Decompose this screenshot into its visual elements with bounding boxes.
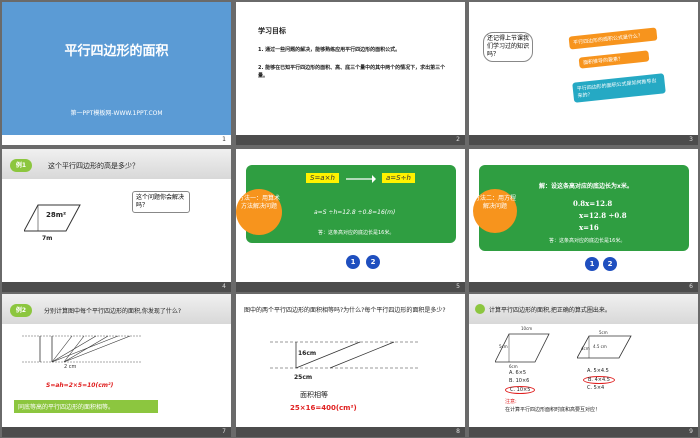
area-result: 25×16=400(cm²) — [290, 404, 357, 412]
goals-heading: 学习目标 — [258, 27, 286, 35]
slide-4[interactable]: 例1 这个平行四边形的高是多少？ 28m² 7m 这个问题你会解决吗？ 4 — [2, 149, 231, 292]
answer-text: 答：这条高对应的底边长是16米。 — [318, 230, 395, 236]
arrow-icon — [346, 175, 376, 183]
option-c1[interactable]: C. 10×5 — [505, 386, 536, 394]
parallelograms-figure — [22, 335, 142, 363]
formula-1: S=a×h — [306, 173, 339, 183]
goal-2: 2. 能够在已知平行四边形的面积、高、底三个量中的其中两个的情况下，求出第三个量… — [258, 65, 446, 79]
option-c2[interactable]: C. 5×4 — [587, 385, 604, 391]
slide-footer: 7 — [2, 427, 231, 437]
slide-footer: 1 — [2, 135, 231, 145]
number-dot — [475, 304, 485, 314]
area-label: 28m² — [46, 211, 67, 219]
base-label: 25cm — [294, 374, 313, 381]
note-label: 注意: — [505, 399, 517, 405]
slide-3[interactable]: 还记得上节课我们学习过的知识吗？ 平行四边形的面积公式是什么？ 面积推导的要素？… — [469, 2, 698, 145]
question-text: 图中的两个平行四边形的面积相等吗?为什么?每个平行四边形的面积是多少? — [244, 307, 446, 314]
slide-footer: 9 — [469, 427, 698, 437]
equation-1: 0.8x=12.8 — [573, 199, 613, 208]
slide-6[interactable]: 方法二：用方程解决问题 解：设这条高对应的底边长为x米。 0.8x=12.8 x… — [469, 149, 698, 292]
nav-button-2[interactable]: 2 — [603, 257, 617, 271]
equal-text: 面积相等 — [300, 391, 328, 399]
slide-1[interactable]: 平行四边形的面积 第一PPT模板网-WWW.1PPT.COM 1 — [2, 2, 231, 145]
nav-button-1[interactable]: 1 — [585, 257, 599, 271]
slide-9[interactable]: 计算平行四边形的面积,把正确的算式圈出来。 10cm 5cm 6cm 4.5 c… — [469, 294, 698, 437]
slide-number: 9 — [689, 428, 693, 435]
example-badge: 例2 — [10, 304, 32, 317]
example-badge: 例1 — [10, 159, 32, 172]
parallelogram-figure-1 — [495, 333, 550, 363]
slide-2[interactable]: 学习目标 1. 通过一些问题的解决，能够熟练应用平行四边形的面积公式。 2. 能… — [236, 2, 465, 145]
tip-text: 在计算平行四边形面积时底和高要互对应！ — [505, 407, 601, 413]
slide-8[interactable]: 图中的两个平行四边形的面积相等吗?为什么?每个平行四边形的面积是多少? 16cm… — [236, 294, 465, 437]
slide-footer: 5 — [236, 282, 465, 292]
dim-label-5: 4cm — [581, 346, 590, 351]
height-label: 16cm — [298, 350, 317, 357]
base-label: 7m — [42, 235, 53, 242]
dim-label-2: 5cm — [499, 344, 508, 349]
solve-text: 解：设这条高对应的底边长为x米。 — [539, 183, 633, 190]
slide-footer: 6 — [469, 282, 698, 292]
slide-number: 5 — [456, 283, 460, 290]
goal-1: 1. 通过一些问题的解决，能够熟练应用平行四边形的面积公式。 — [258, 47, 401, 53]
option-a2[interactable]: A. 5×4.5 — [587, 368, 609, 374]
brand-text: 第一PPT模板网-WWW.1PPT.COM — [70, 110, 163, 117]
nav-button-2[interactable]: 2 — [366, 255, 380, 269]
area-result: S=ah=2×5=10(cm²) — [46, 382, 114, 389]
slide-number: 1 — [222, 136, 226, 143]
dim-label-6: 5cm — [599, 330, 608, 335]
question-1-box: 平行四边形的面积公式是什么？ — [568, 27, 658, 50]
slide-7[interactable]: 例2 分别计算图中每个平行四边形的面积,你发现了什么? 2 cm S=ah=2×… — [2, 294, 231, 437]
option-b2[interactable]: B. 4×4.5 — [583, 376, 615, 384]
method-bubble: 方法二：用方程解决问题 — [473, 189, 517, 233]
conclusion-bar: 同底等高的平行四边形的面积相等。 — [14, 400, 158, 413]
formula-2: a=S÷h — [382, 173, 415, 183]
slide-5[interactable]: 方法一：用算术方法解决问题 S=a×h a=S÷h a=S ÷h=12.8 ÷0… — [236, 149, 465, 292]
slide-number: 6 — [689, 283, 693, 290]
question-2-box: 面积推导的要素？ — [578, 50, 650, 69]
calculation: a=S ÷h=12.8 ÷0.8=16(m) — [314, 209, 396, 216]
option-a1[interactable]: A. 6×5 — [509, 370, 526, 376]
slide-title: 平行四边形的面积 — [64, 44, 169, 59]
method-bubble: 方法一：用算术方法解决问题 — [236, 189, 282, 235]
equation-3: x=16 — [579, 223, 599, 232]
question-text: 计算平行四边形的面积,把正确的算式圈出来。 — [489, 307, 611, 314]
nav-button-1[interactable]: 1 — [346, 255, 360, 269]
slide-number: 3 — [689, 136, 693, 143]
slide-footer: 8 — [236, 427, 465, 437]
slide-number: 4 — [222, 283, 226, 290]
option-b1[interactable]: B. 10×6 — [509, 378, 529, 384]
slide-footer: 2 — [236, 135, 465, 145]
parallelogram-figure — [24, 204, 81, 232]
slide-footer: 4 — [2, 282, 231, 292]
slide-number: 8 — [456, 428, 460, 435]
recall-bubble: 还记得上节课我们学习过的知识吗？ — [483, 32, 533, 62]
question-text: 这个平行四边形的高是多少？ — [48, 162, 139, 170]
hint-callout: 这个问题你会解决吗？ — [132, 191, 190, 213]
dim-label-4: 4.5 cm — [593, 344, 607, 349]
parallelograms-figure — [270, 341, 420, 369]
dim-label-3: 6cm — [509, 364, 518, 369]
dimension-label: 2 cm — [64, 364, 77, 370]
slide-number: 7 — [222, 428, 226, 435]
equation-2: x=12.8 ÷0.8 — [579, 211, 627, 220]
slide-footer: 3 — [469, 135, 698, 145]
slide-number: 2 — [456, 136, 460, 143]
question-text: 分别计算图中每个平行四边形的面积,你发现了什么? — [44, 308, 182, 315]
dim-label-1: 10cm — [521, 326, 533, 331]
question-3-box: 平行四边形的面积公式是如何推导出来的？ — [572, 73, 666, 103]
answer-text: 答：这条高对应的底边长是16米。 — [549, 238, 626, 244]
